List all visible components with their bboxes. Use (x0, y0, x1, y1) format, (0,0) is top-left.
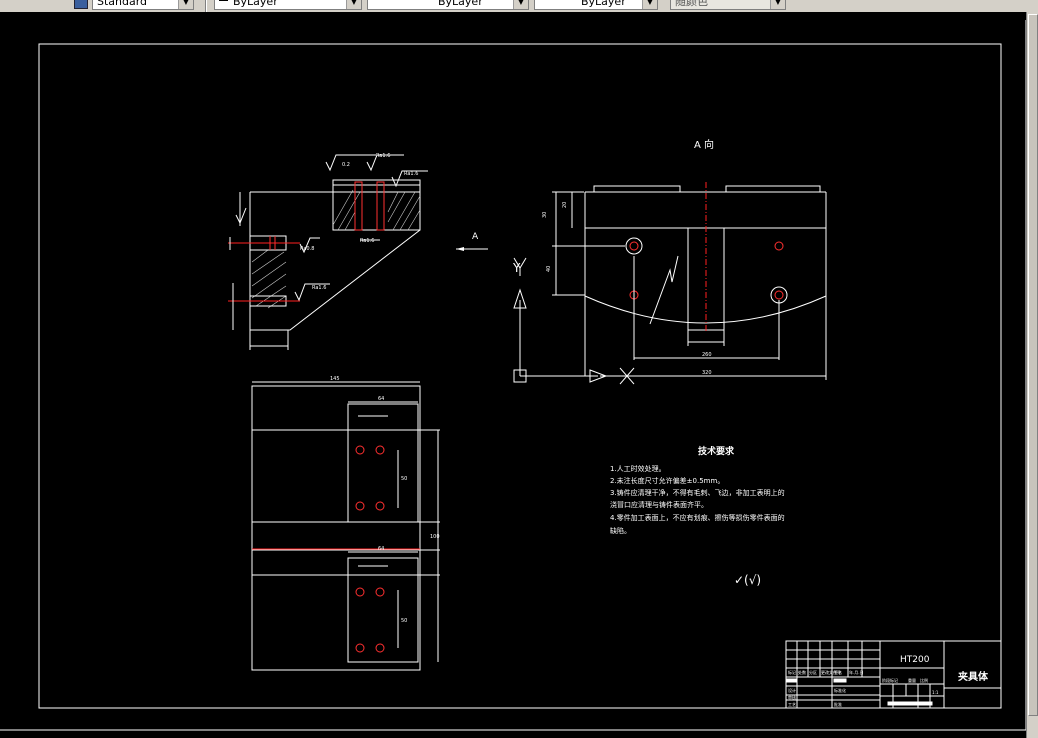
tech-line: 1.人工时效处理。 (610, 464, 666, 473)
titleblock-label: 审核 (788, 694, 796, 700)
dimension-label: 20 (562, 202, 568, 208)
dimension-label: 100 (430, 534, 440, 540)
roughness-label: Ra1.6 (404, 171, 418, 177)
titleblock-label: 年.月.日 (849, 669, 864, 675)
view-direction-arrow: A (456, 232, 488, 251)
view-a (513, 182, 827, 385)
technical-requirements: 技术要求 1.人工时效处理。 2.未注长度尺寸允许偏差±0.5mm。 3.铸件应… (610, 445, 785, 587)
chevron-down-icon[interactable]: ▼ (642, 0, 657, 9)
part-name-label: 夹具体 (958, 670, 989, 683)
titleblock-label: 工艺 (788, 702, 796, 707)
color-swatch-icon (219, 0, 228, 1)
scrollbar-thumb[interactable] (1028, 14, 1038, 716)
section-view (228, 154, 428, 350)
dimension-label: 64 (378, 396, 384, 402)
vertical-scrollbar[interactable] (1026, 12, 1038, 738)
scale-label: 1:1 (932, 690, 939, 695)
dimension-label: 40 (546, 266, 552, 272)
dimension-label: 320 (702, 370, 712, 376)
cad-drawing: 0.2 Ra1.6 Ra1.6 Ra1.6 Ra1.6 Ra0.8 A A 向 (0, 20, 1026, 731)
dimension-label: 50 (401, 476, 407, 482)
tech-line: 3.铸件应清理干净，不得有毛刺、飞边，非加工表明上的 (610, 488, 785, 497)
linetype-value: ByLayer (438, 0, 483, 8)
view-title: A 向 (694, 138, 714, 151)
titleblock-label: 比例 (920, 677, 928, 683)
text-style-value: Standard (97, 0, 148, 8)
titleblock-label: 批准 (834, 701, 842, 707)
titleblock-label: 阶段标记 (882, 677, 898, 683)
roughness-label: Ra0.8 (300, 246, 314, 252)
tech-line: 缺陷。 (610, 526, 631, 535)
titleblock-label: 标记 (788, 669, 796, 675)
plan-view (251, 381, 440, 671)
plotstyle-dropdown[interactable]: 随颜色 ▼ (670, 0, 786, 10)
lineweight-dropdown[interactable]: ByLayer ▼ (534, 0, 658, 10)
tech-line: 浇冒口应清理与铸件表面齐平。 (610, 500, 708, 509)
text-style-icon[interactable] (74, 0, 88, 9)
titleblock-label: 签名 (834, 669, 842, 675)
tech-line: 4.零件加工表面上，不应有划痕、擦伤等损伤零件表面的 (610, 513, 785, 522)
view-arrow-label: A (472, 232, 479, 242)
plotstyle-value: 随颜色 (675, 0, 708, 8)
titleblock-label: 标准化 (834, 687, 846, 693)
layer-color-value: ByLayer (233, 0, 278, 8)
roughness-label: Ra1.6 (312, 285, 326, 291)
chevron-down-icon[interactable]: ▼ (770, 0, 785, 9)
linetype-dropdown[interactable]: ByLayer ▼ (367, 0, 529, 10)
drawing-canvas[interactable]: 0.2 Ra1.6 Ra1.6 Ra1.6 Ra1.6 Ra0.8 A A 向 (0, 12, 1026, 738)
toolbar-separator (205, 0, 207, 12)
roughness-note: ✓(√) (734, 573, 761, 587)
text-style-dropdown[interactable]: Standard ▼ (92, 0, 194, 10)
titleblock-label: 设计 (788, 687, 796, 693)
roughness-label: 0.2 (342, 162, 350, 168)
chevron-down-icon[interactable]: ▼ (178, 0, 193, 9)
ucs-y-label: Y (512, 261, 521, 275)
dimension-label: 30 (542, 212, 548, 218)
material-label: HT200 (900, 655, 930, 665)
dimension-label: 64 (378, 546, 384, 552)
lineweight-value: ByLayer (581, 0, 626, 8)
chevron-down-icon[interactable]: ▼ (346, 0, 361, 9)
dimension-label: 50 (401, 618, 407, 624)
roughness-label: Ra1.6 (376, 153, 390, 159)
titleblock-label: 分区 (809, 669, 817, 675)
titleblock-label: 处数 (798, 669, 806, 675)
layer-color-dropdown[interactable]: ByLayer ▼ (214, 0, 362, 10)
tech-line: 2.未注长度尺寸允许偏差±0.5mm。 (610, 476, 724, 485)
chevron-down-icon[interactable]: ▼ (513, 0, 528, 9)
roughness-label: Ra1.6 (360, 238, 374, 244)
dimension-label: 145 (330, 376, 340, 382)
titleblock-label: 重量 (908, 677, 916, 683)
dimension-label: 260 (702, 352, 712, 358)
tech-title: 技术要求 (698, 445, 735, 457)
